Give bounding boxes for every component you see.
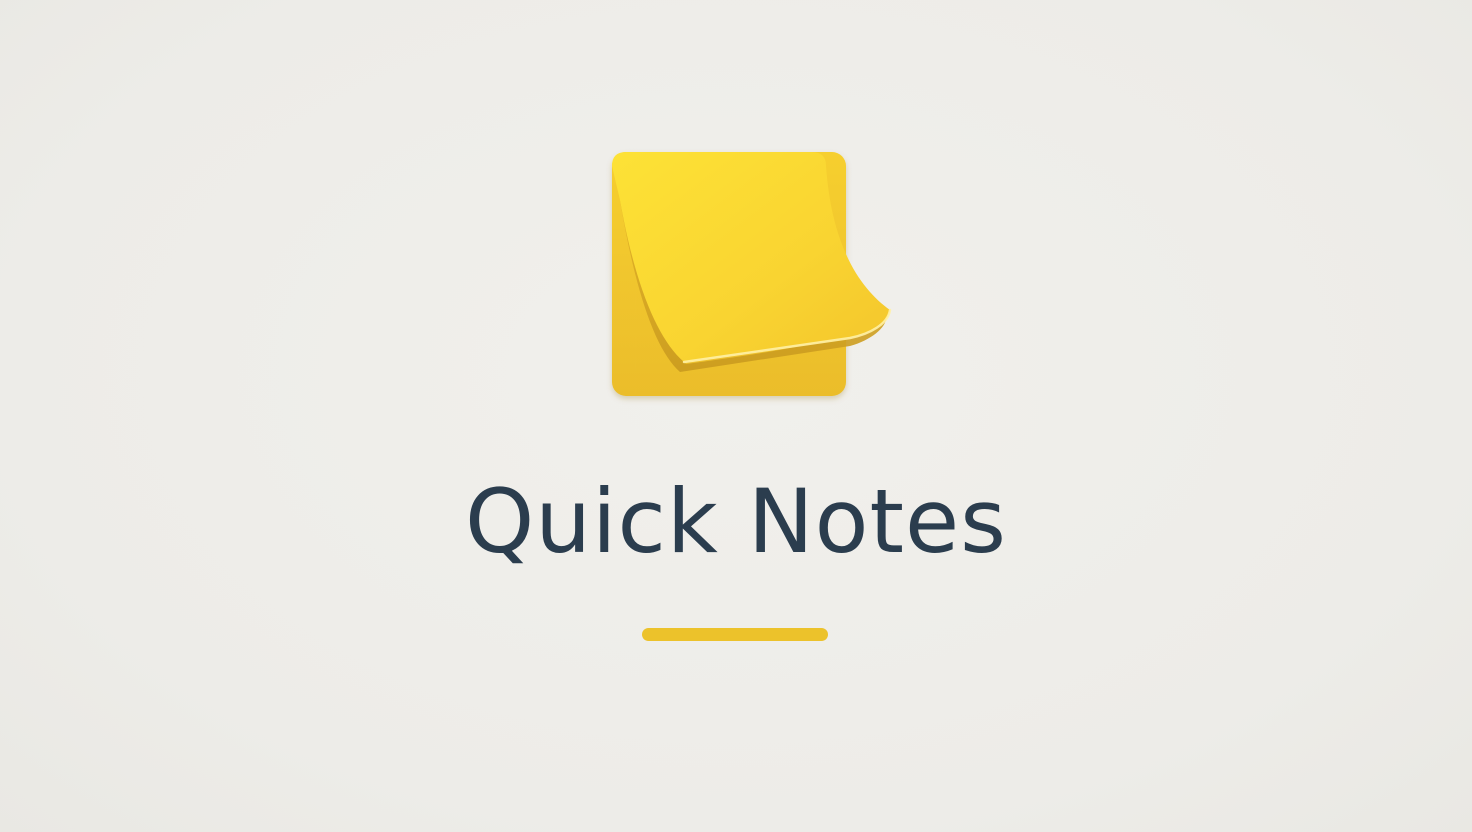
app-title: Quick Notes	[465, 470, 1007, 573]
accent-underline	[642, 628, 828, 641]
sticky-note-icon	[600, 140, 900, 410]
splash-screen: Quick Notes	[0, 0, 1472, 832]
